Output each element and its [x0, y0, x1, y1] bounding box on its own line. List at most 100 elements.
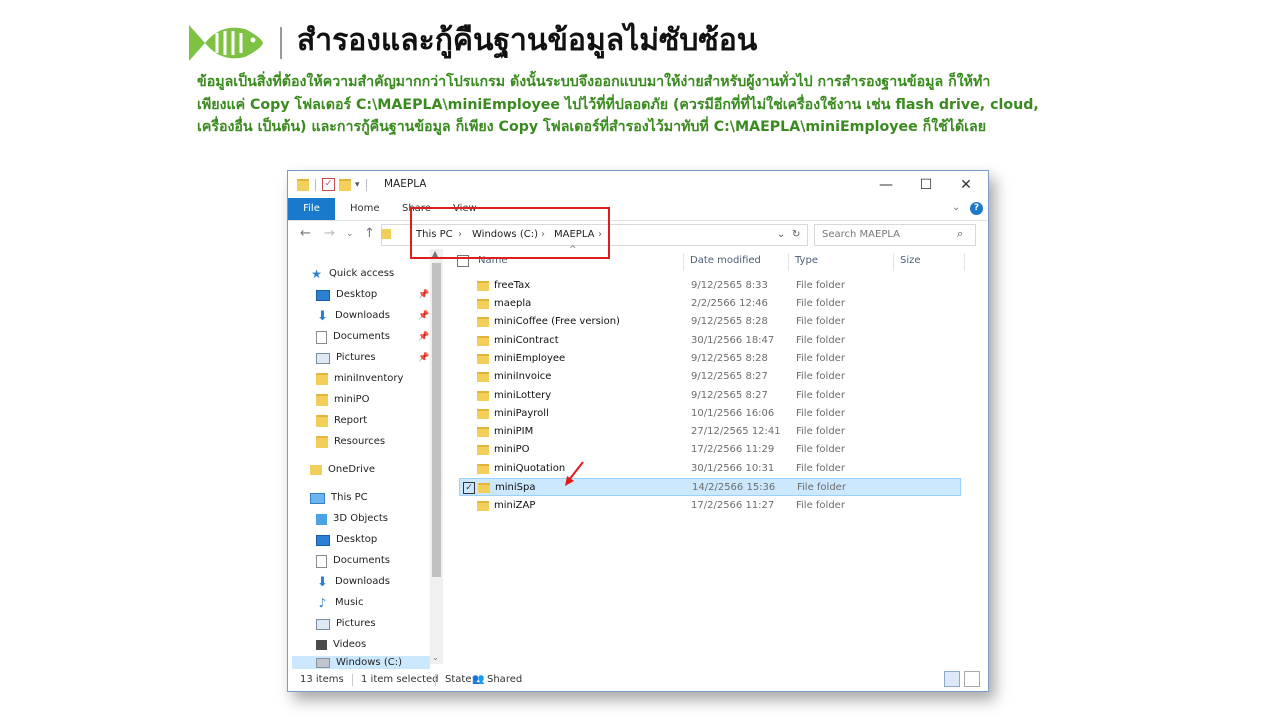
nav-label: Resources: [334, 436, 386, 447]
nav-label: 3D Objects: [333, 513, 389, 524]
row-checkbox[interactable]: ✓: [463, 482, 475, 494]
nav-label: Downloads: [335, 310, 390, 321]
folder-icon: [477, 501, 489, 511]
tab-home[interactable]: Home: [350, 198, 380, 220]
file-type: File folder: [796, 298, 845, 309]
nav-scrollbar-thumb[interactable]: [432, 263, 441, 577]
file-name: miniPIM: [494, 426, 534, 437]
nav-resources[interactable]: Resources: [316, 433, 385, 451]
nav-label: Desktop: [336, 534, 378, 545]
item-count: 13 items: [300, 674, 344, 685]
nav-this-pc[interactable]: This PC: [310, 489, 368, 507]
red-arrow-annotation: [565, 461, 584, 486]
nav-pc-pictures[interactable]: Pictures: [316, 615, 376, 633]
nav-pictures[interactable]: Pictures: [316, 349, 376, 367]
help-icon[interactable]: ?: [970, 202, 983, 215]
title-separator: [280, 27, 282, 59]
table-row[interactable]: maepla 2/2/2566 12:46 File folder: [459, 295, 961, 313]
column-divider[interactable]: [788, 253, 789, 271]
file-list: Name ^ Date modified Type Size freeTax 9/…: [444, 245, 986, 669]
file-name: miniEmployee: [494, 353, 566, 364]
nav-onedrive[interactable]: OneDrive: [310, 461, 375, 479]
maximize-button[interactable]: ☐: [906, 174, 946, 196]
table-row[interactable]: miniContract 30/1/2566 18:47 File folder: [459, 332, 961, 350]
pictures-icon: [316, 618, 330, 630]
table-row[interactable]: miniPayroll 10/1/2566 16:06 File folder: [459, 405, 961, 423]
ribbon: File Home Share View ⌄ ?: [288, 198, 988, 221]
file-explorer-window: ✓ ▾ MAEPLA — ☐ ✕ File Home Share View ⌄ …: [287, 170, 989, 692]
description-line: เพียงแค่ Copy โฟลเดอร์ C:\MAEPLA\miniEmp…: [197, 96, 1039, 113]
table-row[interactable]: miniPO 17/2/2566 11:29 File folder: [459, 441, 961, 459]
nav-miniinventory[interactable]: miniInventory: [316, 370, 403, 388]
search-box[interactable]: Search MAEPLA ⌕: [814, 224, 976, 246]
tab-file[interactable]: File: [288, 198, 335, 220]
file-name: miniPO: [494, 444, 530, 455]
table-row[interactable]: miniCoffee (Free version) 9/12/2565 8:28 F…: [459, 313, 961, 331]
new-folder-icon[interactable]: [339, 178, 351, 191]
properties-icon[interactable]: ✓: [322, 178, 335, 191]
folder-icon: [316, 436, 328, 448]
refresh-icon[interactable]: ↻: [792, 229, 800, 240]
folder-icon: [477, 409, 489, 419]
column-divider[interactable]: [893, 253, 894, 271]
folder-icon: [477, 464, 489, 474]
nav-report[interactable]: Report: [316, 412, 367, 430]
back-arrow-icon[interactable]: ←: [300, 227, 311, 241]
nav-music[interactable]: ♪ Music: [316, 594, 364, 612]
nav-pc-documents[interactable]: Documents: [316, 552, 390, 570]
nav-downloads[interactable]: ⬇ Downloads: [316, 307, 390, 325]
nav-quick-access[interactable]: ★ Quick access: [310, 265, 394, 283]
nav-label: Report: [334, 415, 368, 426]
nav-documents[interactable]: Documents: [316, 328, 390, 346]
forward-arrow-icon[interactable]: →: [324, 227, 335, 241]
pin-icon: 📌: [418, 311, 430, 321]
address-highlight-box: [410, 207, 610, 259]
table-row[interactable]: miniEmployee 9/12/2565 8:28 File folder: [459, 350, 961, 368]
column-type[interactable]: Type: [795, 255, 818, 266]
file-name: miniInvoice: [494, 371, 552, 382]
table-row[interactable]: freeTax 9/12/2565 8:33 File folder: [459, 277, 961, 295]
recent-locations-icon[interactable]: ⌄: [346, 227, 354, 241]
nav-pc-downloads[interactable]: ⬇ Downloads: [316, 573, 390, 591]
file-date: 30/1/2566 18:47: [691, 335, 775, 346]
cube-icon: [316, 513, 327, 525]
table-row[interactable]: miniZAP 17/2/2566 11:27 File folder: [459, 497, 961, 515]
up-arrow-icon[interactable]: ↑: [364, 227, 375, 241]
close-button[interactable]: ✕: [946, 174, 986, 196]
column-size[interactable]: Size: [900, 255, 921, 266]
table-row[interactable]: miniPIM 27/12/2565 12:41 File folder: [459, 423, 961, 441]
pictures-icon: [316, 352, 330, 364]
column-date-modified[interactable]: Date modified: [690, 255, 761, 266]
quick-access-toolbar: ✓ ▾: [297, 178, 369, 191]
file-date: 9/12/2565 8:28: [691, 353, 768, 364]
toolbar-divider: [315, 178, 316, 191]
table-row[interactable]: miniLottery 9/12/2565 8:27 File folder: [459, 387, 961, 405]
nav-minipo[interactable]: miniPO: [316, 391, 370, 409]
expand-ribbon-icon[interactable]: ⌄: [952, 202, 960, 213]
table-row-selected[interactable]: ✓ miniSpa 14/2/2566 15:36 File folder: [459, 478, 961, 496]
shared-status: Shared: [487, 674, 523, 685]
file-type: File folder: [796, 316, 845, 327]
selected-count: 1 item selected: [361, 674, 439, 685]
table-row[interactable]: miniQuotation 30/1/2566 10:31 File folder: [459, 460, 961, 478]
address-dropdown-icon[interactable]: ⌄: [777, 229, 785, 240]
details-view-icon[interactable]: [944, 671, 960, 687]
scroll-down-icon[interactable]: ⌄: [432, 653, 439, 662]
file-type: File folder: [796, 463, 845, 474]
column-divider[interactable]: [964, 253, 965, 271]
nav-videos[interactable]: Videos: [316, 636, 366, 654]
nav-desktop[interactable]: Desktop: [316, 286, 377, 304]
customize-toolbar-icon[interactable]: ▾: [355, 180, 360, 190]
nav-label: Videos: [333, 639, 367, 650]
large-icons-view-icon[interactable]: [964, 671, 980, 687]
nav-label: Pictures: [336, 618, 376, 629]
column-divider[interactable]: [683, 253, 684, 271]
file-type: File folder: [796, 335, 845, 346]
slide-title: สำรองและกู้คืนฐานข้อมูลไม่ซับซ้อน: [297, 23, 758, 58]
folder-icon: [477, 281, 489, 291]
minimize-button[interactable]: —: [866, 174, 906, 196]
folder-icon: [477, 354, 489, 364]
table-row[interactable]: miniInvoice 9/12/2565 8:27 File folder: [459, 368, 961, 386]
nav-pc-desktop[interactable]: Desktop: [316, 531, 377, 549]
nav-3d-objects[interactable]: 3D Objects: [316, 510, 388, 528]
